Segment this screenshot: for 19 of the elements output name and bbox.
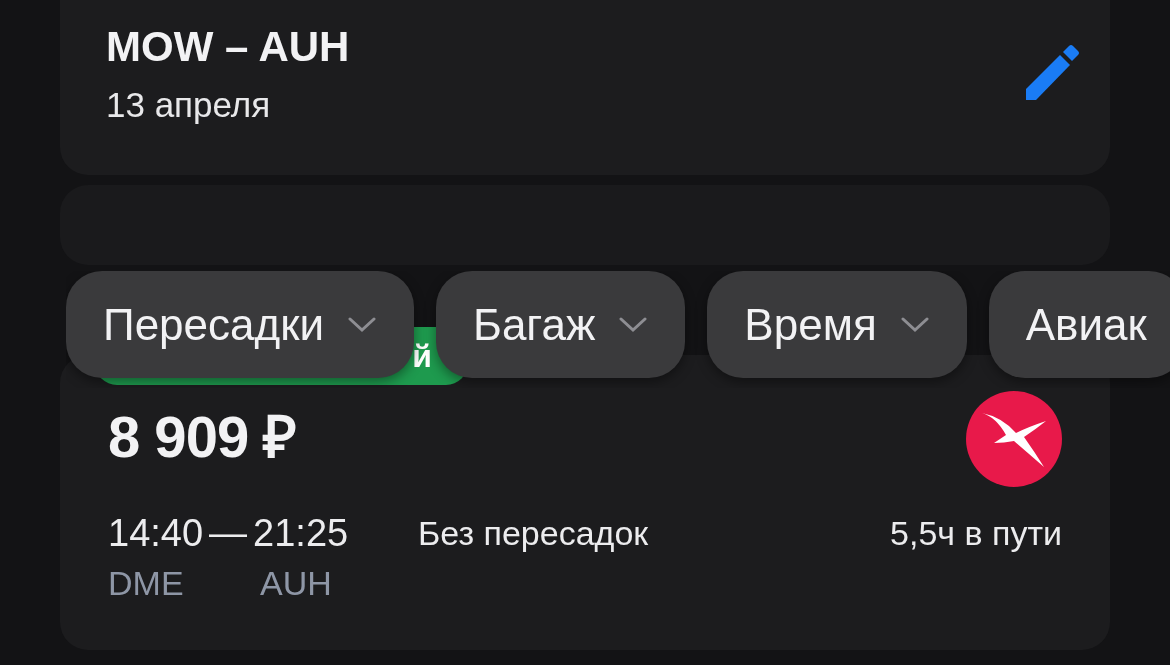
time-dash: — xyxy=(209,511,248,556)
flight-duration: 5,5ч в пути xyxy=(890,513,1062,554)
route-card[interactable]: MOW – AUH 13 апреля xyxy=(60,0,1110,175)
bird-logo-icon xyxy=(966,391,1062,487)
departure-airport: DME xyxy=(108,562,185,604)
filter-chip[interactable]: Время xyxy=(707,271,967,378)
arrival-time: 21:25 xyxy=(253,511,349,556)
filter-chip[interactable]: Авиак xyxy=(988,271,1170,378)
filter-chip[interactable]: Багаж xyxy=(436,271,686,378)
arrival-airport: AUH xyxy=(260,562,332,604)
chevron-down-icon xyxy=(900,316,929,333)
stops-text: Без пересадок xyxy=(418,513,649,554)
filter-chip[interactable]: Пересадки xyxy=(66,271,414,378)
chevron-down-icon xyxy=(348,316,376,333)
price: 8 909 ₽ xyxy=(108,405,297,469)
departure-time: 14:40 xyxy=(108,511,204,556)
chevron-down-icon xyxy=(619,316,648,333)
route-date: 13 апреля xyxy=(106,86,272,125)
route-title: MOW – AUH xyxy=(106,24,350,71)
